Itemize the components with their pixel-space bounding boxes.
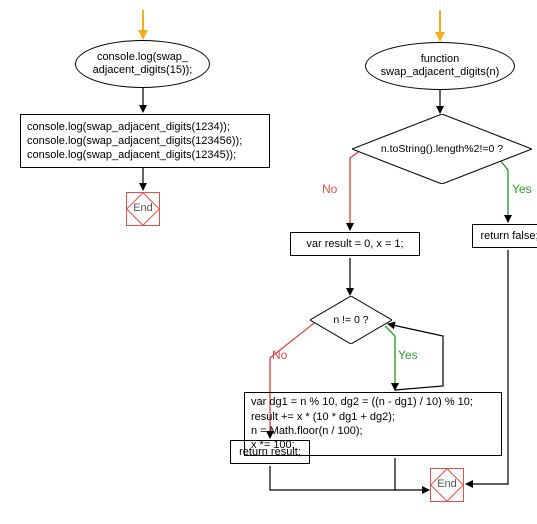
init-block: var result = 0, x = 1; xyxy=(290,232,420,256)
left-start-node: console.log(swap_ adjacent_digits(15)); xyxy=(75,40,210,88)
function-start-node: function swap_adjacent_digits(n) xyxy=(365,42,515,90)
cond1-no-label: No xyxy=(322,182,337,196)
left-end-node: End xyxy=(126,192,160,226)
cond1-yes-label: Yes xyxy=(512,182,532,196)
right-end-node: End xyxy=(430,468,464,502)
right-end-label: End xyxy=(431,478,463,490)
cond2-yes-label: Yes xyxy=(398,348,418,362)
cond2-no-label: No xyxy=(272,348,287,362)
return-result-block: return result; xyxy=(230,440,310,464)
length-odd-decision: n.toString().length%2!=0 ? xyxy=(352,114,532,184)
return-false-block: return false; xyxy=(472,224,537,248)
loop-condition-decision: n != 0 ? xyxy=(310,296,392,344)
left-end-label: End xyxy=(127,202,159,214)
left-code-block: console.log(swap_adjacent_digits(1234));… xyxy=(20,114,270,168)
